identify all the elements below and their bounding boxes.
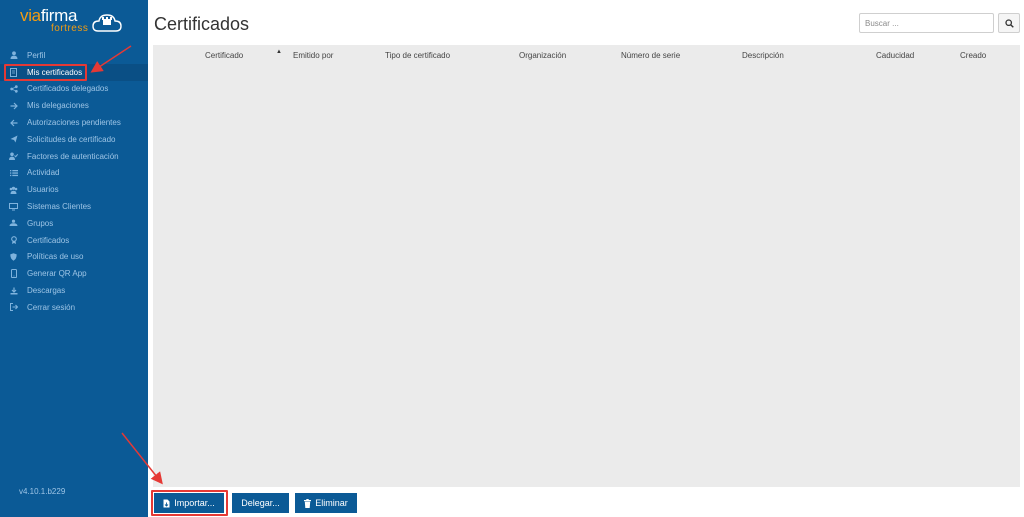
sidebar-item-mis-certificados[interactable]: Mis certificados xyxy=(0,63,148,81)
column-header-tipo-de-certificado[interactable]: Tipo de certificado xyxy=(385,51,450,60)
column-header-creado[interactable]: Creado xyxy=(960,51,986,60)
delete-button-label: Eliminar xyxy=(315,498,348,508)
sidebar-item-label: Grupos xyxy=(27,218,54,228)
trash-icon xyxy=(304,498,312,508)
sidebar-nav: Perfil Mis certificados Certificados del… xyxy=(0,47,148,316)
sidebar-item-autorizaciones-pendientes[interactable]: Autorizaciones pendientes xyxy=(0,114,148,131)
sidebar-item-mis-delegaciones[interactable]: Mis delegaciones xyxy=(0,97,148,114)
send-icon xyxy=(9,135,18,144)
user-check-icon xyxy=(9,152,18,161)
column-header-caducidad[interactable]: Caducidad xyxy=(876,51,914,60)
award-icon xyxy=(9,236,18,245)
import-button[interactable]: Importar... xyxy=(154,493,224,513)
user-icon xyxy=(9,51,18,60)
column-header-numero-de-serie[interactable]: Número de serie xyxy=(621,51,680,60)
search-input[interactable] xyxy=(859,13,994,33)
sidebar-item-politicas-de-uso[interactable]: Políticas de uso xyxy=(0,249,148,266)
file-import-icon xyxy=(163,499,170,508)
sidebar-item-descargas[interactable]: Descargas xyxy=(0,282,148,299)
column-header-certificado[interactable]: Certificado xyxy=(205,51,243,60)
download-icon xyxy=(9,286,18,295)
mobile-icon xyxy=(9,269,18,279)
sidebar-item-perfil[interactable]: Perfil xyxy=(0,47,148,64)
monitor-icon xyxy=(9,202,18,211)
import-button-label: Importar... xyxy=(174,498,215,508)
group-icon xyxy=(9,219,18,228)
highlight-box xyxy=(4,63,87,81)
sidebar-item-label: Cerrar sesión xyxy=(27,302,76,312)
sidebar-item-label: Certificados xyxy=(27,235,70,245)
sidebar-item-label: Sistemas Clientes xyxy=(27,202,92,212)
sidebar-item-label: Políticas de uso xyxy=(27,252,84,262)
sidebar-item-generar-qr-app[interactable]: Generar QR App xyxy=(0,265,148,282)
users-icon xyxy=(9,185,18,194)
sidebar-item-sistemas-clientes[interactable]: Sistemas Clientes xyxy=(0,198,148,215)
sidebar-item-label: Perfil xyxy=(27,50,46,60)
logo-via-text: via xyxy=(20,6,41,25)
table-header: Certificado ▲ Emitido por Tipo de certif… xyxy=(153,45,1020,65)
sidebar-item-label: Generar QR App xyxy=(27,269,87,279)
sidebar-item-label: Usuarios xyxy=(27,185,59,195)
delete-button[interactable]: Eliminar xyxy=(295,493,357,513)
logout-icon xyxy=(9,303,18,312)
column-header-organizacion[interactable]: Organización xyxy=(519,51,566,60)
arrow-right-icon xyxy=(9,101,18,110)
sidebar-item-certificados[interactable]: Certificados xyxy=(0,232,148,249)
sidebar-item-solicitudes-de-certificado[interactable]: Solicitudes de certificado xyxy=(0,131,148,148)
certificates-table: Certificado ▲ Emitido por Tipo de certif… xyxy=(153,45,1020,487)
logo-subtitle: fortress xyxy=(51,23,89,34)
search-button[interactable] xyxy=(998,13,1020,33)
page-title: Certificados xyxy=(154,14,250,34)
brand-logo: viafirma fortress xyxy=(20,6,128,36)
sidebar-item-actividad[interactable]: Actividad xyxy=(0,165,148,182)
shield-icon xyxy=(9,252,18,261)
search-icon xyxy=(1004,18,1014,28)
column-header-emitido-por[interactable]: Emitido por xyxy=(293,51,333,60)
delegate-button[interactable]: Delegar... xyxy=(232,493,289,513)
sidebar-item-usuarios[interactable]: Usuarios xyxy=(0,181,148,198)
column-header-descripcion[interactable]: Descripción xyxy=(742,51,784,60)
cloud-castle-icon xyxy=(92,14,122,32)
sidebar-item-factores-de-autenticacion[interactable]: Factores de autenticación xyxy=(0,148,148,165)
sidebar-item-label: Solicitudes de certificado xyxy=(27,134,116,144)
sidebar-item-label: Mis delegaciones xyxy=(27,101,89,111)
sidebar-item-label: Certificados delegados xyxy=(27,84,109,94)
sidebar-item-label: Factores de autenticación xyxy=(27,151,119,161)
arrow-left-icon xyxy=(9,118,18,127)
list-icon xyxy=(9,168,18,177)
share-icon xyxy=(9,84,18,93)
sidebar-item-label: Actividad xyxy=(27,168,60,178)
sort-asc-icon[interactable]: ▲ xyxy=(276,49,282,55)
sidebar-item-label: Descargas xyxy=(27,286,66,296)
sidebar-item-grupos[interactable]: Grupos xyxy=(0,215,148,232)
sidebar-item-cerrar-sesion[interactable]: Cerrar sesión xyxy=(0,299,148,316)
version-label: v4.10.1.b229 xyxy=(19,487,66,496)
sidebar: viafirma fortress Perfil Mis certificado… xyxy=(0,0,148,517)
delegate-button-label: Delegar... xyxy=(241,498,280,508)
sidebar-item-certificados-delegados[interactable]: Certificados delegados xyxy=(0,81,148,98)
sidebar-item-label: Autorizaciones pendientes xyxy=(27,118,121,128)
